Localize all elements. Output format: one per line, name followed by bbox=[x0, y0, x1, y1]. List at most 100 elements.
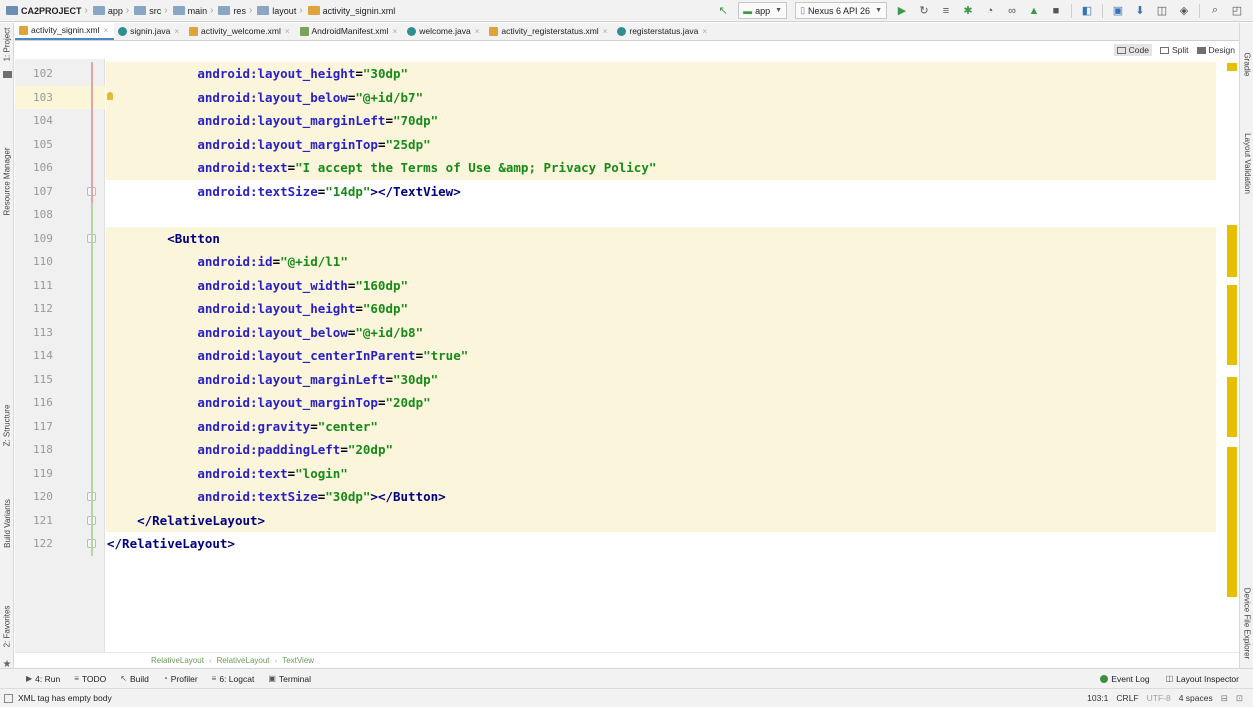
close-icon[interactable]: × bbox=[174, 27, 179, 36]
tool-tab-structure[interactable]: Z: Structure bbox=[0, 393, 14, 457]
code-line: 122 </RelativeLayout> bbox=[15, 532, 1239, 556]
xml-file-icon bbox=[189, 26, 199, 36]
code-line: 109 <Button bbox=[15, 227, 1239, 251]
run-config-select[interactable]: ▬ app ▼ bbox=[738, 2, 788, 19]
layout-inspector-icon[interactable]: ◫ bbox=[1152, 2, 1172, 20]
stop-icon[interactable]: ■ bbox=[1046, 2, 1066, 20]
line-number: 102 bbox=[33, 67, 53, 81]
close-icon[interactable]: × bbox=[393, 27, 398, 36]
close-icon[interactable]: × bbox=[603, 27, 608, 36]
code-text[interactable]: android:layout_marginLeft="70dp" bbox=[107, 113, 438, 128]
tool-terminal-button[interactable]: ▣ Terminal bbox=[268, 674, 311, 684]
tool-run-button[interactable]: ▶ 4: Run bbox=[26, 674, 60, 684]
code-text[interactable]: android:paddingLeft="20dp" bbox=[107, 442, 393, 457]
android-run-icon[interactable]: ▲ bbox=[1024, 2, 1044, 20]
layout-inspector-button[interactable]: ◫ Layout Inspector bbox=[1166, 674, 1239, 684]
code-text[interactable]: android:layout_centerInParent="true" bbox=[107, 348, 468, 363]
profile-icon[interactable]: ◔ bbox=[980, 2, 1000, 20]
code-mode-button[interactable]: Code bbox=[1113, 44, 1152, 56]
apply-code-changes-icon[interactable]: ≡ bbox=[936, 2, 956, 20]
code-line: 119 android:text="login" bbox=[15, 462, 1239, 486]
breadcrumb-file[interactable]: activity_signin.xml bbox=[306, 6, 395, 16]
vcs-added-marker[interactable] bbox=[91, 203, 93, 556]
code-view-icon bbox=[1116, 46, 1126, 54]
tab-activity-signin[interactable]: activity_signin.xml × bbox=[15, 22, 115, 40]
event-log-button[interactable]: Event Log bbox=[1100, 674, 1150, 684]
tool-tab-layout-validation[interactable]: Layout Validation bbox=[1240, 103, 1253, 223]
resource-icon[interactable]: ◈ bbox=[1174, 2, 1194, 20]
close-icon[interactable]: × bbox=[285, 27, 290, 36]
apply-changes-icon[interactable]: ↻ bbox=[914, 2, 934, 20]
tool-logcat-button[interactable]: ≡ 6: Logcat bbox=[212, 674, 255, 684]
code-text[interactable]: android:layout_height="30dp" bbox=[107, 66, 408, 81]
tab-android-manifest[interactable]: AndroidManifest.xml × bbox=[296, 22, 404, 40]
caret-position[interactable]: 103:1 bbox=[1087, 693, 1108, 703]
breadcrumb-main[interactable]: main bbox=[171, 6, 207, 16]
tab-registerstatus-java[interactable]: registerstatus.java × bbox=[613, 22, 713, 40]
code-text[interactable]: android:layout_marginLeft="30dp" bbox=[107, 372, 438, 387]
code-text[interactable]: android:layout_marginTop="20dp" bbox=[107, 395, 430, 410]
tab-activity-welcome[interactable]: activity_welcome.xml × bbox=[185, 22, 296, 40]
tab-activity-registerstatus[interactable]: activity_registerstatus.xml × bbox=[485, 22, 613, 40]
tool-tab-resource-manager[interactable]: Resource Manager bbox=[0, 141, 14, 221]
tab-welcome-java[interactable]: welcome.java × bbox=[403, 22, 485, 40]
close-icon[interactable]: × bbox=[702, 27, 707, 36]
breadcrumb-separator: › bbox=[84, 5, 88, 16]
breadcrumb-app[interactable]: app bbox=[91, 6, 123, 16]
code-text[interactable]: android:layout_below="@+id/b7" bbox=[107, 90, 423, 105]
code-text[interactable]: android:gravity="center" bbox=[107, 419, 378, 434]
code-text[interactable]: android:layout_height="60dp" bbox=[107, 301, 408, 316]
code-editor[interactable]: 102 android:layout_height="30dp" 103 andr… bbox=[15, 59, 1239, 652]
debug-icon[interactable]: ✱ bbox=[958, 2, 978, 20]
tool-tab-build-variants[interactable]: Build Variants bbox=[0, 488, 14, 558]
code-text[interactable]: android:textSize="14dp"></TextView> bbox=[107, 184, 460, 199]
tool-window-toggle-icon[interactable] bbox=[4, 693, 13, 703]
make-project-icon[interactable]: ↖ bbox=[713, 2, 733, 20]
search-icon[interactable]: ⌕ bbox=[1205, 2, 1225, 20]
avd-manager-icon[interactable]: ▣ bbox=[1108, 2, 1128, 20]
tool-tab-device-file-explorer[interactable]: Device File Explorer bbox=[1240, 563, 1253, 683]
sidebar-toggle-icon[interactable]: ◰ bbox=[1227, 2, 1247, 20]
code-line: 117 android:gravity="center" bbox=[15, 415, 1239, 439]
breadcrumb-layout[interactable]: layout bbox=[255, 6, 296, 16]
tab-signin-java[interactable]: signin.java × bbox=[114, 22, 185, 40]
tool-tab-gradle[interactable]: Gradle bbox=[1240, 43, 1253, 85]
tool-tab-favorites[interactable]: 2: Favorites bbox=[0, 598, 14, 654]
tool-todo-button[interactable]: ≡ TODO bbox=[74, 674, 106, 684]
indent-setting[interactable]: 4 spaces bbox=[1179, 693, 1213, 703]
design-mode-button[interactable]: Design bbox=[1196, 45, 1235, 55]
code-text[interactable]: </RelativeLayout> bbox=[107, 513, 265, 528]
code-text[interactable]: </RelativeLayout> bbox=[107, 536, 235, 551]
breadcrumb-project[interactable]: CA2PROJECT bbox=[4, 6, 82, 16]
memory-indicator-icon[interactable]: ⊡ bbox=[1236, 693, 1243, 704]
attach-debugger-icon[interactable]: ∞ bbox=[1002, 2, 1022, 20]
code-text[interactable]: android:textSize="30dp"></Button> bbox=[107, 489, 445, 504]
code-text[interactable]: <Button bbox=[107, 231, 220, 246]
code-text[interactable]: android:layout_marginTop="25dp" bbox=[107, 137, 430, 152]
line-separator[interactable]: CRLF bbox=[1116, 693, 1138, 703]
file-encoding[interactable]: UTF-8 bbox=[1147, 693, 1171, 703]
code-text[interactable]: android:text="login" bbox=[107, 466, 348, 481]
sdk-manager-icon[interactable]: ⬇ bbox=[1130, 2, 1150, 20]
close-icon[interactable]: × bbox=[475, 27, 480, 36]
device-select[interactable]: ▯ Nexus 6 API 26 ▼ bbox=[795, 2, 887, 19]
close-icon[interactable]: × bbox=[104, 26, 109, 35]
code-text[interactable]: android:layout_below="@+id/b8" bbox=[107, 325, 423, 340]
code-text[interactable]: android:layout_width="160dp" bbox=[107, 278, 408, 293]
vcs-change-marker[interactable] bbox=[91, 62, 93, 203]
xml-crumb-textview[interactable]: TextView bbox=[282, 656, 314, 665]
lock-icon[interactable]: ⊟ bbox=[1221, 693, 1228, 704]
xml-crumb-relativelayout[interactable]: RelativeLayout bbox=[217, 656, 270, 665]
tool-build-button[interactable]: ↖ Build bbox=[120, 674, 149, 684]
xml-crumb-relativelayout[interactable]: RelativeLayout bbox=[151, 656, 204, 665]
tool-profiler-button[interactable]: ◔ Profiler bbox=[163, 674, 198, 684]
breadcrumb-src[interactable]: src bbox=[132, 6, 161, 16]
run-icon[interactable]: ▶ bbox=[892, 2, 912, 20]
tool-tab-project[interactable]: 1: Project bbox=[0, 23, 14, 65]
breadcrumb-res[interactable]: res bbox=[216, 6, 246, 16]
sync-gradle-icon[interactable]: ◧ bbox=[1077, 2, 1097, 20]
code-text[interactable]: android:text="I accept the Terms of Use … bbox=[107, 160, 656, 175]
split-mode-button[interactable]: Split bbox=[1159, 45, 1189, 55]
code-text[interactable]: android:id="@+id/l1" bbox=[107, 254, 348, 269]
toolbar-divider bbox=[1199, 3, 1200, 18]
